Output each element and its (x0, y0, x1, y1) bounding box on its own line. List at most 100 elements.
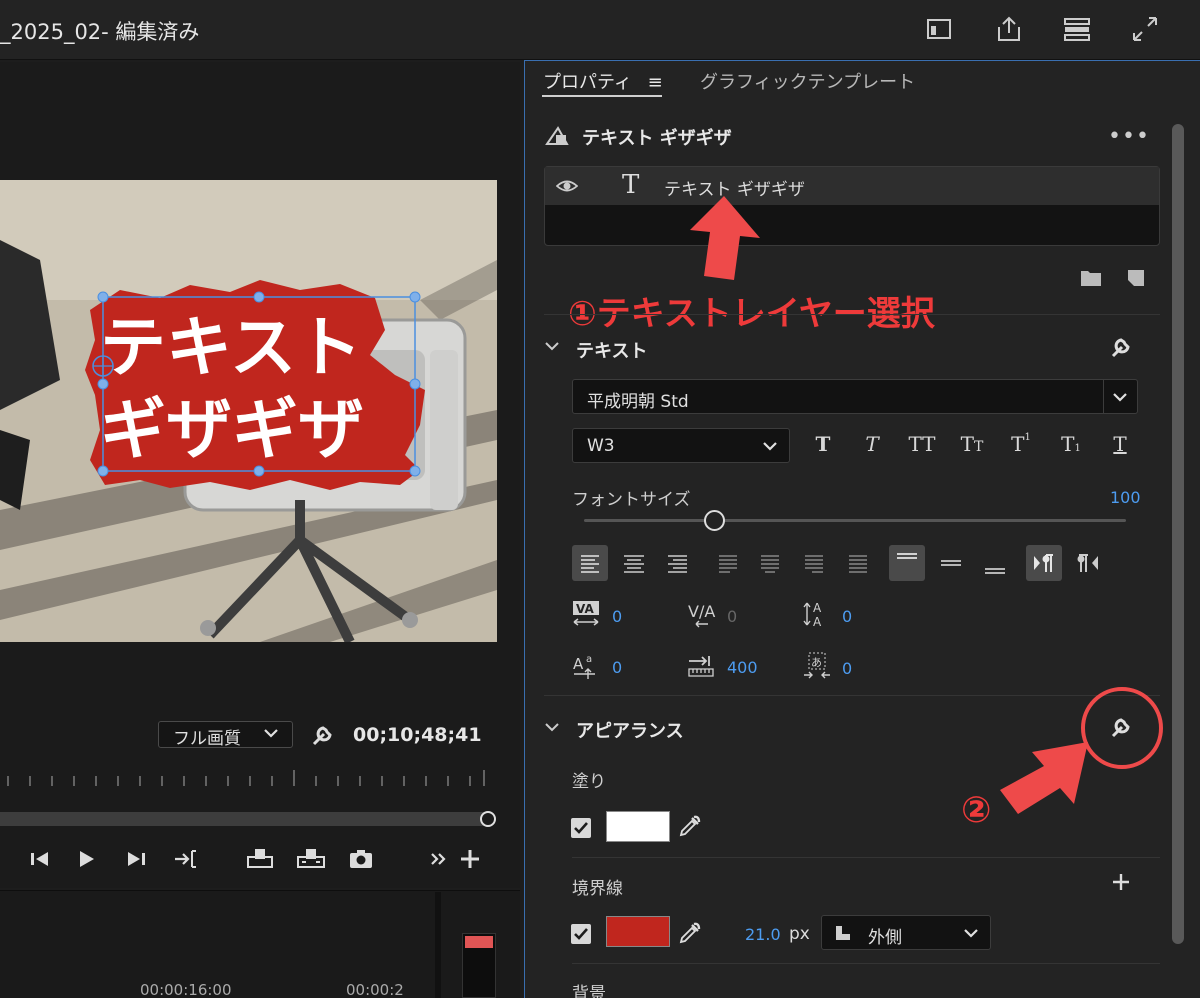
extract-icon[interactable] (296, 845, 325, 873)
leading-value[interactable]: 0 (842, 607, 852, 626)
eyedropper-icon[interactable] (678, 814, 702, 838)
superscript-icon[interactable]: T1 (1004, 432, 1038, 456)
preview-text-line2: ギザギザ (100, 391, 364, 468)
annotation-step2: ② (961, 790, 992, 831)
scrollbar[interactable] (1172, 124, 1184, 944)
workspace-icon[interactable] (924, 14, 954, 44)
text-layer-icon: T (622, 170, 640, 200)
right-to-left-icon[interactable] (1070, 545, 1106, 581)
justify-left-icon[interactable] (710, 545, 746, 581)
stroke-width-value[interactable]: 21.0 (745, 925, 781, 944)
fill-color-swatch[interactable] (606, 811, 670, 842)
panels-icon[interactable] (1062, 14, 1092, 44)
playhead-timecode[interactable]: 00;10;48;41 (353, 724, 482, 746)
scrub-handle[interactable] (480, 811, 496, 827)
eye-icon[interactable] (555, 175, 579, 197)
timeline-label: 00:00:16:00 (140, 981, 232, 998)
baseline-shift-value[interactable]: 0 (612, 658, 622, 677)
more-controls-icon[interactable] (428, 845, 456, 873)
svg-text:a: a (586, 654, 592, 665)
font-style-value: W3 (587, 436, 615, 456)
fill-checkbox[interactable] (571, 818, 591, 838)
expand-icon[interactable] (1130, 14, 1160, 44)
left-to-right-icon[interactable] (1026, 545, 1062, 581)
subscript-icon[interactable]: T1 (1054, 432, 1088, 456)
align-right-icon[interactable] (660, 545, 696, 581)
annotation-arrow-2 (996, 738, 1096, 814)
time-ruler[interactable] (0, 770, 490, 786)
chevron-down-icon[interactable] (544, 719, 560, 735)
section-divider (572, 963, 1160, 964)
fill-label: 塗り (572, 772, 606, 792)
align-center-icon[interactable] (616, 545, 652, 581)
stroke-label: 境界線 (572, 879, 623, 899)
font-size-value[interactable]: 100 (1110, 488, 1141, 507)
section-divider (544, 314, 1160, 315)
tab-width-value[interactable]: 400 (727, 658, 758, 677)
tsume-icon: あ (802, 651, 832, 681)
align-bottom-icon[interactable] (977, 545, 1013, 581)
kerning-value[interactable]: 0 (727, 607, 737, 626)
svg-text:VA: VA (576, 602, 594, 616)
stroke-position-select[interactable]: 外側 (821, 915, 991, 950)
stroke-outer-icon (834, 924, 852, 946)
playback-resolution-select[interactable]: フル画質 (158, 721, 293, 749)
tsume-value[interactable]: 0 (842, 659, 852, 678)
camera-icon[interactable] (347, 845, 375, 873)
export-icon[interactable] (994, 14, 1024, 44)
panel-divider (435, 892, 441, 998)
eyedropper-icon[interactable] (678, 921, 702, 945)
playback-resolution-value: フル画質 (173, 729, 241, 749)
tab-graphics-template[interactable]: グラフィックテンプレート (700, 68, 915, 94)
active-tab-indicator (542, 95, 662, 97)
justify-center-icon[interactable] (752, 545, 788, 581)
tracking-value[interactable]: 0 (612, 607, 622, 626)
faux-italic-icon[interactable]: T (855, 432, 889, 456)
font-size-slider-handle[interactable] (703, 510, 725, 531)
font-family-value: 平成明朝 Std (587, 392, 689, 412)
align-top-icon[interactable] (889, 545, 925, 581)
project-title: _2025_02- 編集済み (0, 20, 200, 44)
wrench-icon[interactable] (310, 722, 336, 748)
chevron-down-icon (1111, 388, 1129, 410)
font-size-slider[interactable] (584, 519, 1126, 522)
align-middle-icon[interactable] (933, 545, 969, 581)
small-caps-icon[interactable]: TT (953, 432, 991, 456)
play-icon[interactable] (72, 845, 100, 873)
font-style-select[interactable]: W3 (572, 428, 790, 463)
preview-text-line1: テキスト (100, 309, 362, 386)
video-preview[interactable]: テキスト ギザギザ (0, 180, 497, 642)
justify-all-icon[interactable] (840, 545, 876, 581)
stroke-color-swatch[interactable] (606, 916, 670, 947)
stroke-width-unit: px (789, 924, 810, 944)
go-to-out-icon[interactable] (172, 845, 200, 873)
align-left-icon[interactable] (572, 545, 608, 581)
new-layer-icon[interactable] (1126, 268, 1146, 288)
svg-text:あ: あ (811, 656, 822, 669)
menu-icon[interactable]: ≡ (648, 72, 663, 93)
leading-icon: AA (802, 599, 832, 629)
baseline-shift-icon: Aa (571, 651, 601, 681)
annotation-arrow-1 (682, 194, 762, 282)
all-caps-icon[interactable]: TT (903, 432, 941, 456)
add-stroke-icon[interactable] (1108, 869, 1134, 895)
font-family-select[interactable]: 平成明朝 Std (572, 379, 1138, 414)
step-back-icon[interactable] (26, 845, 54, 873)
playback-scrubber[interactable] (0, 812, 488, 826)
stroke-checkbox[interactable] (571, 924, 591, 944)
more-options-icon[interactable]: ••• (1108, 124, 1150, 149)
wrench-icon[interactable] (1108, 334, 1134, 360)
svg-text:A: A (813, 601, 822, 615)
add-button-icon[interactable] (456, 845, 484, 873)
justify-right-icon[interactable] (796, 545, 832, 581)
tab-properties[interactable]: プロパティ ≡ (543, 68, 663, 94)
folder-icon[interactable] (1080, 268, 1102, 288)
faux-bold-icon[interactable]: T (806, 432, 840, 456)
timeline-label: 00:00:2 (346, 981, 404, 998)
chevron-down-icon[interactable] (544, 338, 560, 354)
underline-icon[interactable]: T (1103, 432, 1137, 456)
text-section-title: テキスト (576, 341, 648, 362)
kerning-icon: V/A (686, 599, 716, 629)
step-forward-icon[interactable] (122, 845, 150, 873)
lift-icon[interactable] (246, 845, 274, 873)
